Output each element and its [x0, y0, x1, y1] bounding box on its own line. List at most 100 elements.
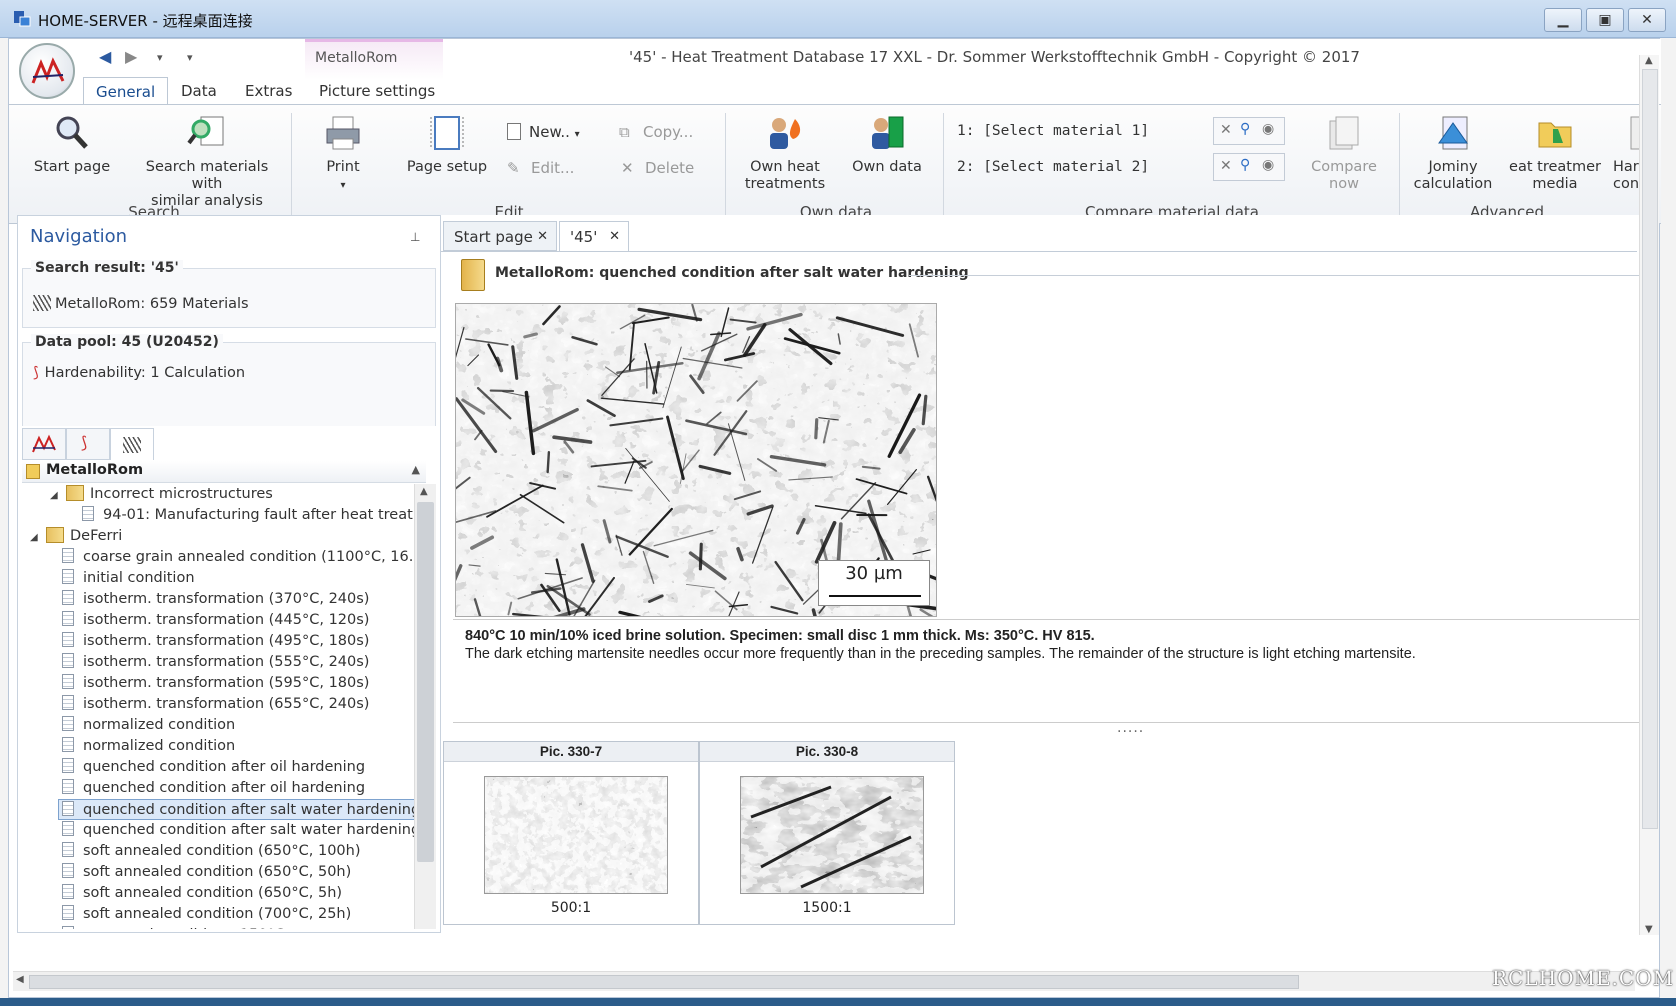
expand-arrow-icon[interactable]: ◢	[30, 527, 40, 548]
qat-customize-icon[interactable]: ▾	[187, 51, 193, 64]
tree-item[interactable]: ◢ Incorrect microstructures	[50, 484, 273, 505]
tree-item[interactable]: normalized condition	[62, 736, 235, 757]
tree-item[interactable]: normalized condition	[62, 715, 235, 736]
heat-treatment-media-button[interactable]: eat treatmer media	[1505, 113, 1605, 193]
horizontal-scrollbar[interactable]: ◀	[13, 971, 1635, 991]
close-icon[interactable]: ✕	[609, 222, 620, 252]
view-tab-heat-treatment[interactable]	[22, 428, 66, 460]
metallorom-icon	[33, 295, 51, 311]
view-tab-hardenability[interactable]: ⟆	[66, 428, 110, 460]
tree-item[interactable]: quenched condition after oil hardening	[62, 757, 365, 778]
tree-item[interactable]: isotherm. transformation (370°C, 240s)	[62, 589, 369, 610]
clear-icon[interactable]: ✕	[1220, 122, 1232, 138]
scroll-up-icon[interactable]: ▲	[1645, 55, 1653, 66]
pin-icon[interactable]: ⚲	[1240, 121, 1250, 137]
tab-data[interactable]: Data	[169, 77, 229, 105]
heat-treatment-icon	[770, 118, 801, 149]
print-button[interactable]: Print ▾	[303, 113, 383, 194]
horizontal-scroll-thumb[interactable]	[29, 975, 1299, 989]
page-setup-icon	[430, 116, 464, 150]
tree-item[interactable]: coarse grain annealed condition (1100°C,…	[62, 547, 414, 568]
micrograph-image[interactable]: 30 µm	[455, 303, 937, 617]
tree-scroll-thumb[interactable]	[417, 502, 434, 862]
copy-button[interactable]: ⧉ Copy...	[619, 123, 693, 141]
tab-extras[interactable]: Extras	[233, 77, 304, 105]
close-icon[interactable]: ✕	[537, 222, 548, 252]
select-material-2[interactable]: 2: [Select material 2]	[957, 159, 1149, 175]
hardenability-icon: ⟆	[33, 365, 39, 381]
tree-item[interactable]: quenched condition after salt water hard…	[58, 799, 414, 820]
scroll-left-icon[interactable]: ◀	[16, 974, 24, 985]
jominy-calculation-button[interactable]: Jominy calculation	[1407, 113, 1499, 193]
tree-item[interactable]: isotherm. transformation (655°C, 240s)	[62, 694, 369, 715]
back-icon[interactable]: ◀	[99, 47, 111, 66]
tab-picture-settings[interactable]: Picture settings	[307, 77, 447, 105]
tree-item[interactable]: ◢ DeFerri	[30, 526, 122, 547]
eye-icon[interactable]: ◉	[1262, 121, 1274, 137]
view-tab-metallorom[interactable]	[110, 428, 154, 460]
clear-icon[interactable]: ✕	[1220, 158, 1232, 174]
maximize-button[interactable]: ▣	[1586, 8, 1624, 32]
compare-now-button[interactable]: Compare now	[1299, 113, 1389, 193]
content-scroll-thumb[interactable]	[1642, 69, 1658, 829]
delete-button[interactable]: ✕ Delete	[621, 159, 694, 177]
tree-item[interactable]: isotherm. transformation (595°C, 180s)	[62, 673, 369, 694]
caption-description: The dark etching martensite needles occu…	[465, 646, 1416, 662]
thumbnail-svg	[741, 777, 923, 893]
app-title: '45' - Heat Treatment Database 17 XXL - …	[629, 48, 1360, 66]
search-result-item[interactable]: MetalloRom: 659 Materials	[33, 295, 249, 312]
forward-icon[interactable]: ▶	[125, 47, 137, 66]
own-data-button[interactable]: Own data	[839, 113, 935, 176]
page-setup-button[interactable]: Page setup	[397, 113, 497, 176]
tab-general[interactable]: General	[83, 77, 169, 105]
tree-item[interactable]: soft annealed condition (650°C, 50h)	[62, 862, 351, 883]
thumbnail-svg	[485, 777, 667, 893]
pin-icon[interactable]: ⚲	[1240, 157, 1250, 173]
tab-45[interactable]: '45' ✕	[559, 221, 629, 251]
thumbnail-image	[484, 776, 668, 894]
back-dropdown-icon[interactable]: ▾	[157, 51, 163, 64]
tree-item[interactable]: quenched condition after oil hardening	[62, 778, 365, 799]
tree-item[interactable]: isotherm. transformation (555°C, 240s)	[62, 652, 369, 673]
close-window-button[interactable]: ✕	[1628, 8, 1666, 32]
tree-item[interactable]: initial condition	[62, 568, 195, 589]
tree-item[interactable]: quenched condition after salt water hard…	[62, 820, 414, 841]
edit-button[interactable]: ✎ Edit...	[507, 159, 574, 177]
tree-item[interactable]: isotherm. transformation (445°C, 120s)	[62, 610, 369, 631]
tree-item[interactable]: 94-01: Manufacturing fault after heat tr…	[82, 505, 414, 526]
tree-scrollbar[interactable]: ▲	[414, 484, 436, 929]
tree-item[interactable]: soft annealed condition (650°C, 5h)	[62, 883, 342, 904]
app-menu-button[interactable]	[19, 43, 75, 99]
data-pool-item[interactable]: ⟆ Hardenability: 1 Calculation	[33, 365, 245, 381]
rdp-title: HOME-SERVER - 远程桌面连接	[38, 12, 253, 30]
select-material-1[interactable]: 1: [Select material 1]	[957, 123, 1149, 139]
collapse-icon[interactable]: ▲	[412, 463, 420, 476]
tree-header[interactable]: MetalloRom ▲	[22, 461, 426, 483]
document-icon	[62, 884, 74, 899]
context-tab-label: MetalloRom	[315, 50, 398, 66]
ribbon-separator	[725, 113, 726, 217]
content-scrollbar[interactable]: ▲ ▼	[1639, 55, 1659, 935]
start-page-button[interactable]: Start page	[23, 113, 121, 176]
own-heat-treatments-button[interactable]: Own heat treatments	[737, 113, 833, 193]
tab-start-page[interactable]: Start page ✕	[443, 221, 557, 251]
expand-arrow-icon[interactable]: ◢	[50, 485, 60, 506]
copy-icon: ⧉	[619, 123, 630, 141]
material-header: MetalloRom: quenched condition after sal…	[449, 255, 1655, 295]
scroll-up-icon[interactable]: ▲	[420, 486, 428, 497]
minimize-button[interactable]: ▁	[1544, 8, 1582, 32]
document-icon	[62, 569, 74, 584]
pin-pane-icon[interactable]: ⊥	[410, 230, 420, 244]
tree-item[interactable]: tempered condition - 150°C	[62, 925, 285, 929]
splitter-handle[interactable]: .....	[1117, 720, 1144, 736]
new-button[interactable]: New.. ▾	[507, 123, 580, 141]
tree-item[interactable]: isotherm. transformation (495°C, 180s)	[62, 631, 369, 652]
tree-item[interactable]: soft annealed condition (700°C, 25h)	[62, 904, 351, 925]
document-icon	[62, 653, 74, 668]
thumbnail-330-8[interactable]: Pic. 330-8 1500:1	[699, 741, 955, 925]
search-similar-button[interactable]: Search materials with similar analysis	[129, 113, 285, 210]
scroll-down-icon[interactable]: ▼	[1645, 924, 1653, 935]
eye-icon[interactable]: ◉	[1262, 157, 1274, 173]
tree-item[interactable]: soft annealed condition (650°C, 100h)	[62, 841, 361, 862]
thumbnail-330-7[interactable]: Pic. 330-7 500:1	[443, 741, 699, 925]
